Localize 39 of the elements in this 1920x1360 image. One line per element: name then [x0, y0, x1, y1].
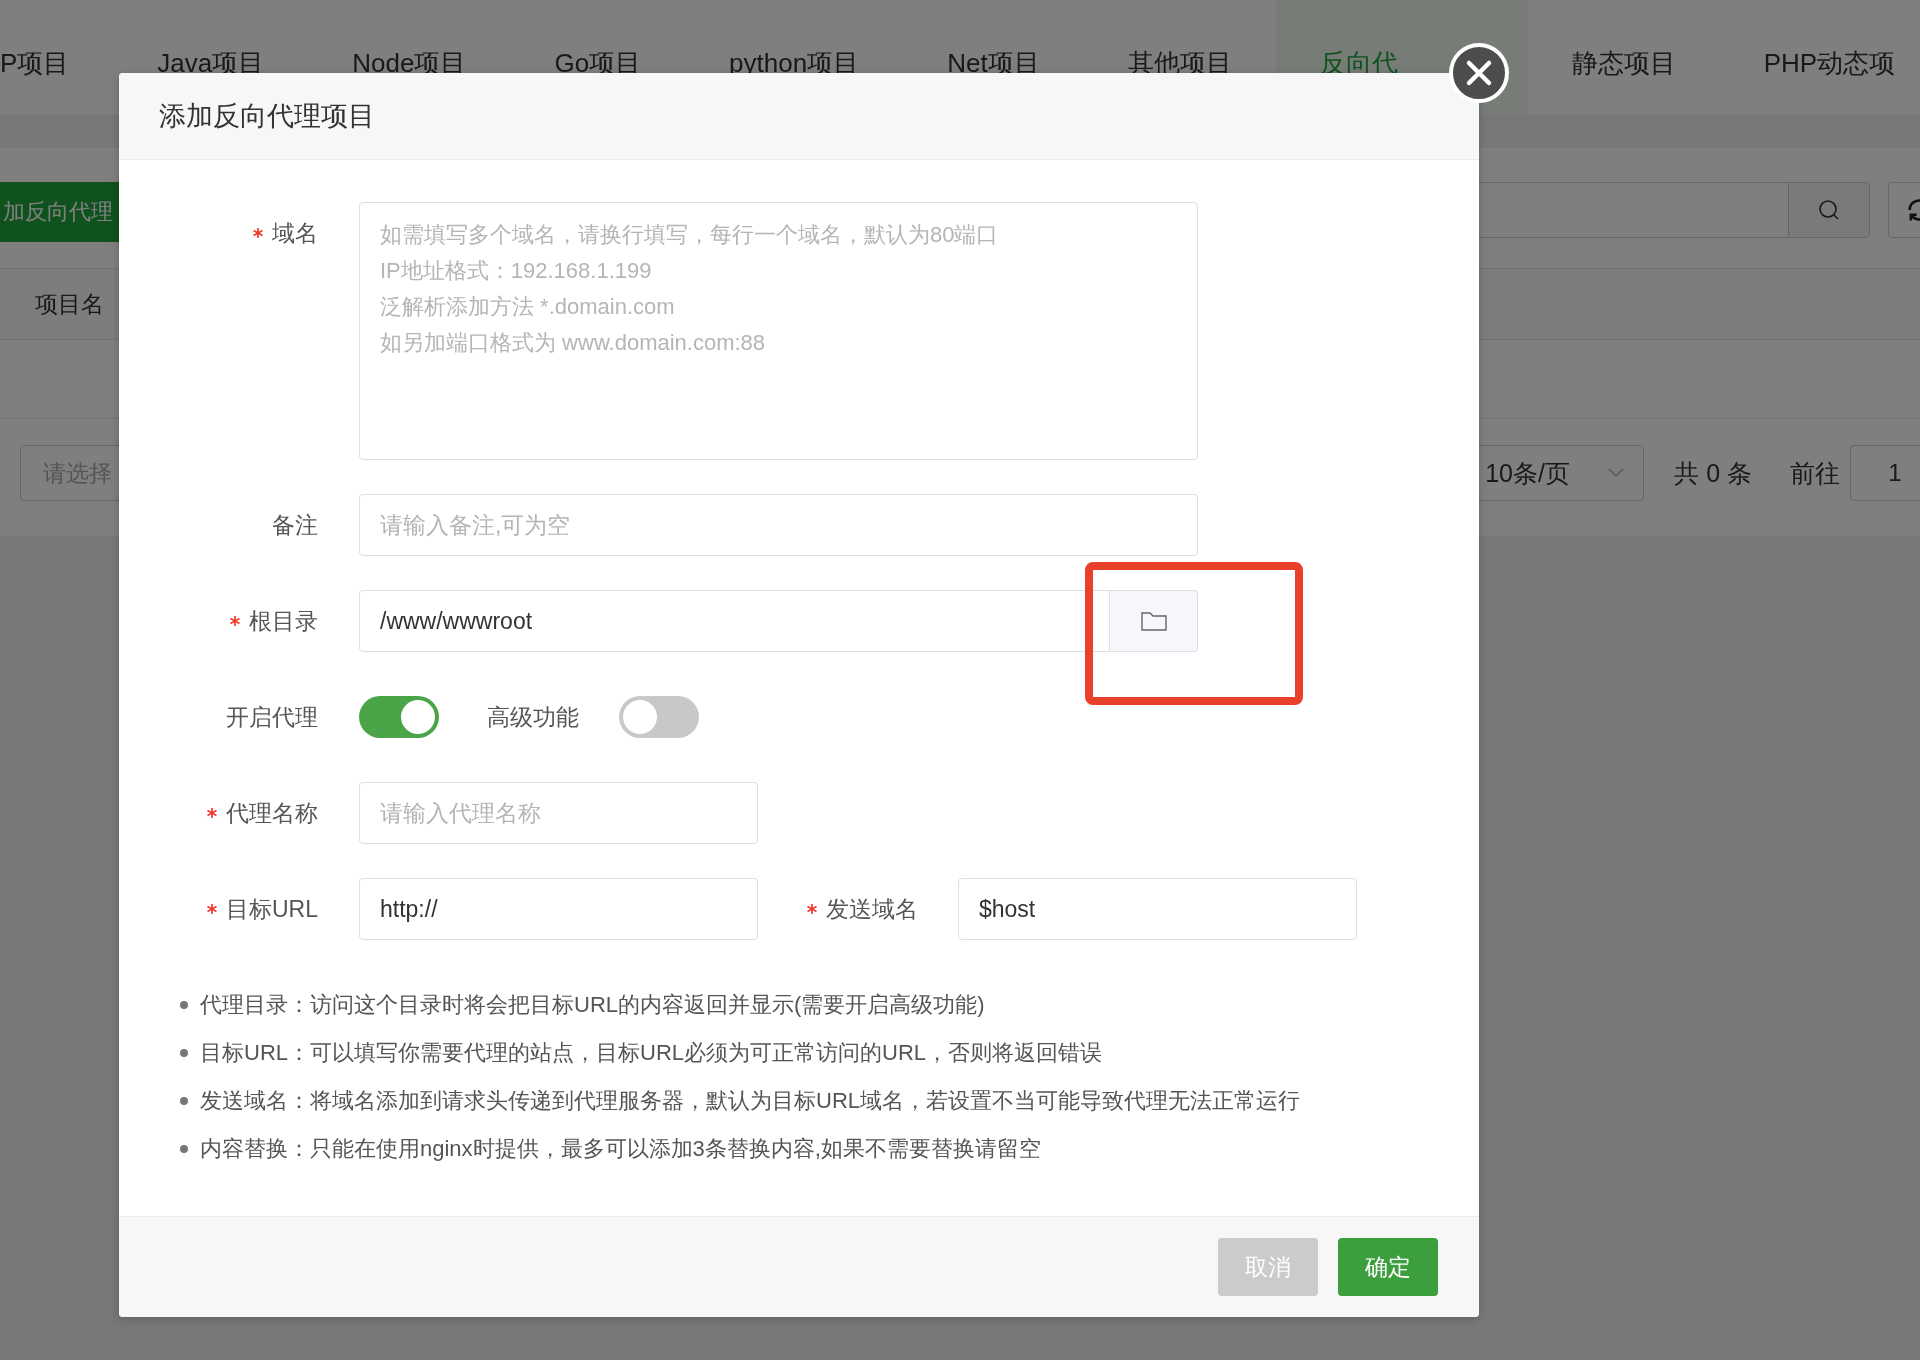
dialog-title: 添加反向代理项目 [159, 100, 375, 133]
field-label: 目标URL [226, 894, 318, 924]
note-text: 代理目录：访问这个目录时将会把目标URL的内容返回并显示(需要开启高级功能) [200, 991, 985, 1019]
field-label: 高级功能 [487, 702, 579, 732]
folder-icon [1138, 609, 1169, 633]
field-label: 根目录 [249, 606, 318, 636]
project-tab[interactable]: PHP动态项 [1719, 0, 1920, 115]
bullet-icon [180, 1049, 188, 1057]
field-label: 备注 [272, 510, 318, 540]
project-tab[interactable]: 静态项目 [1527, 0, 1720, 115]
browse-button[interactable] [1110, 590, 1198, 652]
bullet-icon [180, 1145, 188, 1153]
note-text: 发送域名：将域名添加到请求头传递到代理服务器，默认为目标URL域名，若设置不当可能导致代理无法正常运行 [200, 1087, 1300, 1115]
input-field[interactable]: http:// [359, 878, 758, 940]
project-tab[interactable]: P项目 [0, 0, 114, 115]
total-count: 共 0 条 [1674, 457, 1752, 489]
page-input[interactable]: 1 [1850, 445, 1920, 501]
field-label: 开启代理 [226, 702, 318, 732]
column-header: 项目名 [35, 289, 104, 319]
path-field[interactable]: /www/wwwroot [359, 590, 1110, 652]
toggle-switch[interactable] [359, 696, 439, 738]
field-label: 代理名称 [226, 798, 318, 828]
chevron-down-icon [1607, 467, 1626, 479]
bullet-icon [180, 1001, 188, 1009]
input-field[interactable]: $host [958, 878, 1357, 940]
input-field[interactable]: 请输入备注,可为空 [359, 494, 1198, 556]
search-button[interactable] [1788, 182, 1870, 238]
dialog-button[interactable]: 确定 [1338, 1238, 1438, 1296]
note-text: 内容替换：只能在使用nginx时提供，最多可以添加3条替换内容,如果不需要替换请留空 [200, 1135, 1041, 1163]
bullet-icon [180, 1097, 188, 1105]
toggle-switch[interactable] [619, 696, 699, 738]
close-icon[interactable] [1448, 42, 1510, 104]
field-label: 发送域名 [826, 894, 918, 924]
input-field[interactable]: 请输入代理名称 [359, 782, 758, 844]
note-text: 目标URL：可以填写你需要代理的站点，目标URL必须为可正常访问的URL，否则将返回错误 [200, 1039, 1103, 1067]
search-icon [1817, 198, 1841, 222]
domain-textarea[interactable]: 如需填写多个域名，请换行填写，每行一个域名，默认为80端口 IP地址格式：192.168.1.199 泛解析添加方法 *.domain.com 如另加端口格式为 www.domain.com:88 [359, 202, 1198, 460]
goto-label: 前往 [1790, 457, 1840, 489]
field-label: 域名 [272, 218, 318, 248]
